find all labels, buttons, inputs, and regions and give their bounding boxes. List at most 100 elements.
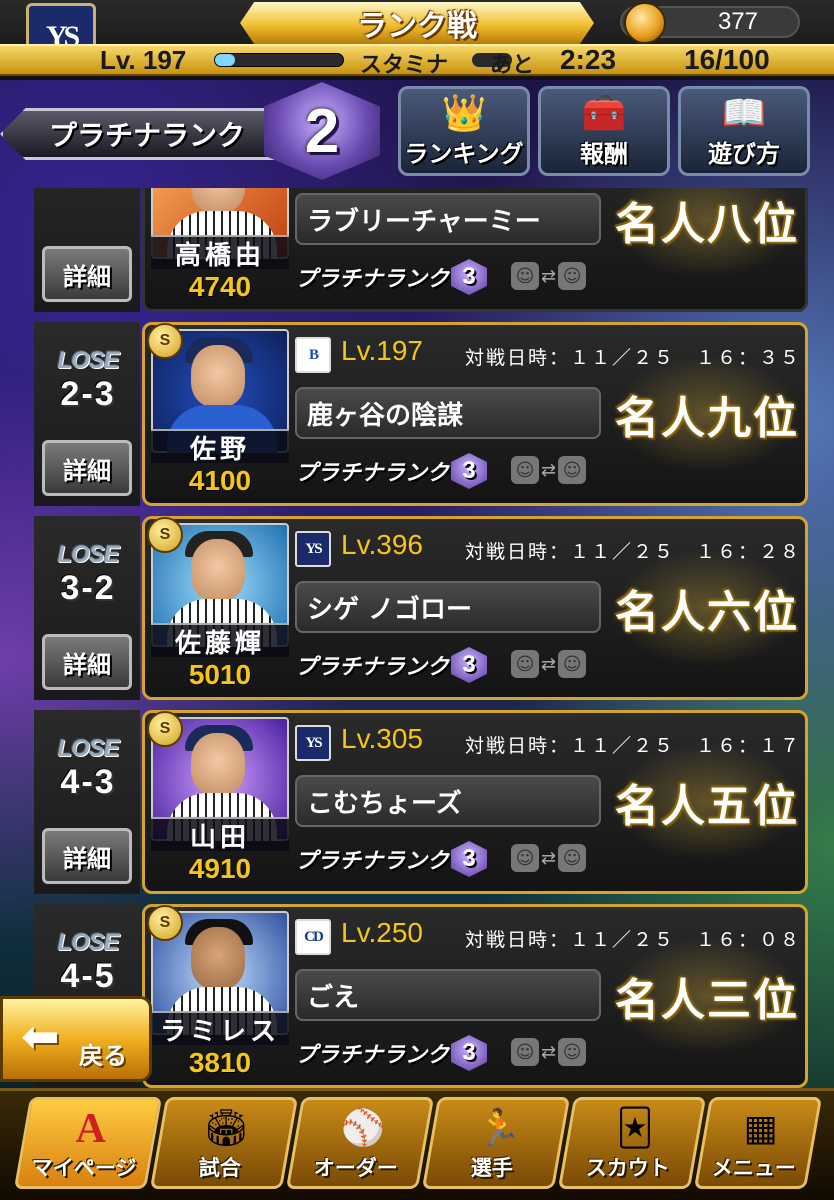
battle-record: LOSE 2-3 詳細 S 佐野 4100 B Lv.197 対戦日時：１１／２… [34,322,808,506]
scout-card-icon: 🃏 [616,1108,653,1149]
player-power: 4910 [188,853,252,884]
swap-icon: ⇄ [541,653,557,675]
follow-status-icon: ☺ ⇄ ☺ [511,1037,595,1067]
result-badge: LOSE 4-3 [40,718,136,818]
opponent-team-logo: YS [295,531,331,567]
result-badge: LOSE 3-2 [40,524,136,624]
opponent-name: 鹿ヶ谷の陰謀 [295,387,601,439]
title-emblem: 名人八位 [613,188,801,279]
level-progress-fill [215,54,236,66]
how-to-play-button[interactable]: 📖 遊び方 [678,86,810,176]
opponent-name: シゲ ノゴロー [295,581,601,633]
face-icon: ☺ [511,650,539,678]
battle-record-list[interactable]: 詳細 高橋由 4740 ラブリーチャーミー プラチナランク 3 ☺ ⇄ ☺ 名人八位 [34,188,808,1092]
opponent-name: こむちょーズ [295,775,601,827]
back-arrow-icon: ⬅ [21,1009,60,1063]
back-button[interactable]: ⬅ 戻る [0,996,152,1082]
player-card[interactable]: S 佐野 4100 [147,323,289,501]
follow-status-icon: ☺ ⇄ ☺ [511,455,595,485]
face-icon: ☺ [511,456,539,484]
tab-players[interactable]: 🏃 選手 [421,1097,571,1189]
opponent-rank-label: プラチナランク [295,655,450,680]
player-name: ラミレス [151,1011,289,1047]
player-name: 高橋由 [151,235,289,271]
opponent-rank-label: プラチナランク [295,1043,450,1068]
result-column: LOSE 4-3 詳細 [34,710,140,894]
face-icon: ☺ [558,456,587,484]
status-bar: Lv. 197 スタミナ あと 2:23 16/100 [0,44,834,77]
stamina-timer: 2:23 [560,44,617,75]
opponent-rank: プラチナランク 3 [295,839,488,879]
opponent-rank-number: 3 [451,259,488,295]
result-score: 4-3 [60,762,116,801]
reward-button[interactable]: 🧰 報酬 [538,86,670,176]
tab-game[interactable]: 🏟 試合 [149,1097,299,1189]
opponent-rank-number: 3 [451,1035,488,1071]
tab-game-label: 試合 [198,1156,241,1180]
player-card[interactable]: 高橋由 4740 [151,188,289,307]
opponent-rank-label: プラチナランク [295,849,450,874]
reward-button-label: 報酬 [580,140,628,168]
tab-mypage[interactable]: A マイページ [13,1097,163,1189]
result-badge [40,188,136,236]
bottom-tab-bar: A マイページ 🏟 試合 ⚾ オーダー 🏃 選手 🃏 スカウト ▦ メニュー [0,1088,834,1200]
detail-button[interactable]: 詳細 [42,828,132,884]
battle-record: LOSE 3-2 詳細 S 佐藤輝 5010 YS Lv.396 対戦日時：１１… [34,516,808,700]
player-name: 佐野 [151,429,289,465]
detail-button[interactable]: 詳細 [42,246,132,302]
result-column: LOSE 3-2 詳細 [34,516,140,700]
remain-label: あと [490,52,535,77]
tab-scout[interactable]: 🃏 スカウト [557,1097,707,1189]
face-icon: ☺ [558,262,587,290]
title-emblem: 名人三位 [613,937,801,1055]
title-emblem: 名人五位 [613,743,801,861]
level-progress-bar [214,53,344,67]
help-icon: 📖 [721,93,767,134]
opponent-rank-number: 3 [451,647,488,683]
rank-number: 2 [304,96,340,166]
opponent-team-logo: B [295,337,331,373]
player-card[interactable]: S ラミレス 3810 [147,905,289,1083]
detail-button[interactable]: 詳細 [42,634,132,690]
ranking-button-label: ランキング [404,140,524,168]
header: YS ランク戦 377 Lv. 197 スタミナ あと 2:23 16/100 [0,0,834,80]
opponent-level: Lv.197 [341,335,423,366]
player-card[interactable]: S 佐藤輝 5010 [147,517,289,695]
player-power: 4740 [188,271,252,302]
face-icon: ☺ [558,844,587,872]
result-column: 詳細 [34,188,140,312]
player-icon: 🏃 [476,1108,521,1149]
result-score: 3-2 [60,568,116,607]
tab-scout-label: スカウト [585,1156,670,1180]
swap-icon: ⇄ [541,265,557,287]
face-icon: ☺ [511,844,539,872]
face [191,345,245,407]
tab-order[interactable]: ⚾ オーダー [285,1097,435,1189]
opponent-rank: プラチナランク 3 [295,451,488,491]
crown-icon: 👑 [441,93,487,134]
result-score: 4-5 [60,956,116,995]
follow-status-icon: ☺ ⇄ ☺ [511,261,595,291]
detail-button[interactable]: 詳細 [42,440,132,496]
grade-badge: S [147,517,183,553]
opponent-rank: プラチナランク 3 [295,257,488,297]
face-icon: ☺ [511,1038,539,1066]
ranking-button[interactable]: 👑 ランキング [398,86,530,176]
player-card[interactable]: S 山田 4910 [147,711,289,889]
opponent-rank-number: 3 [451,841,488,877]
mypage-icon: A [75,1106,106,1152]
opponent-name: ごえ [295,969,601,1021]
opponent-rank: プラチナランク 3 [295,1033,488,1073]
opponent-rank-label: プラチナランク [295,461,450,486]
player-power: 3810 [188,1047,252,1078]
result-word: LOSE [57,928,119,956]
result-column: LOSE 2-3 詳細 [34,322,140,506]
opponent-level: Lv.305 [341,723,423,754]
battle-record: LOSE 4-3 詳細 S 山田 4910 YS Lv.305 対戦日時：１１／… [34,710,808,894]
result-badge: LOSE 2-3 [40,330,136,430]
follow-status-icon: ☺ ⇄ ☺ [511,649,595,679]
record-card: 高橋由 4740 ラブリーチャーミー プラチナランク 3 ☺ ⇄ ☺ 名人八位 [142,188,808,312]
tab-menu[interactable]: ▦ メニュー [693,1097,823,1189]
face-icon: ☺ [558,1038,587,1066]
face-icon: ☺ [558,650,587,678]
